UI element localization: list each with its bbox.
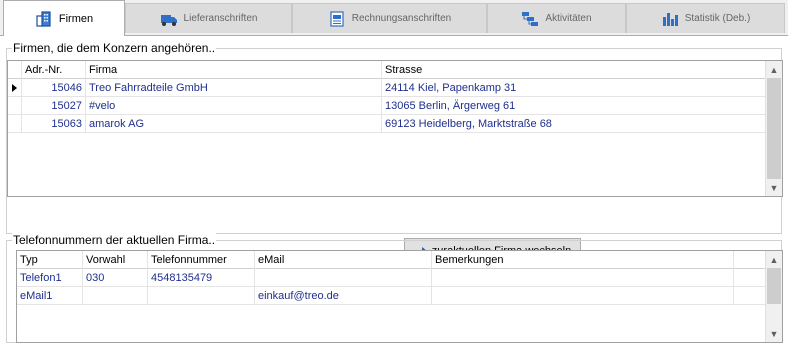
tab-rechnungsanschriften[interactable]: Rechnungsanschriften [292, 3, 487, 33]
table-row[interactable]: eMail1 einkauf@treo.de [17, 287, 767, 305]
col-header-telefonnummer[interactable]: Telefonnummer [148, 251, 255, 269]
tab-panel-firmen: Firmen, die dem Konzern angehören.. Adr.… [0, 35, 788, 350]
col-header-typ[interactable]: Typ [17, 251, 83, 269]
phones-header-row: Typ Vorwahl Telefonnummer eMail Bemerkun… [17, 251, 767, 269]
col-header-vorwahl[interactable]: Vorwahl [83, 251, 148, 269]
cell-bemerkungen [432, 287, 734, 305]
tab-aktivitaeten[interactable]: Aktivitäten [487, 3, 626, 33]
tab-bar: Firmen Lieferanschriften Rechnungsanschr… [0, 0, 788, 36]
cell-telefonnummer [148, 287, 255, 305]
tab-label: Aktivitäten [545, 13, 592, 24]
companies-legend: Firmen, die dem Konzern angehören.. [12, 41, 217, 55]
cell-firma: Treo Fahrradteile GmbH [86, 79, 382, 97]
table-row[interactable]: 15027 #velo 13065 Berlin, Ärgerweg 61 [8, 97, 767, 115]
col-header-bemerkungen[interactable]: Bemerkungen [432, 251, 734, 269]
tab-label: Lieferanschriften [183, 13, 258, 24]
cell-strasse: 13065 Berlin, Ärgerweg 61 [385, 100, 516, 112]
col-header-firma[interactable]: Firma [86, 61, 382, 79]
scroll-down-icon[interactable]: ▼ [766, 325, 782, 342]
truck-icon [160, 14, 177, 26]
scrollbar-thumb[interactable] [767, 78, 781, 179]
tab-label: Firmen [58, 12, 94, 25]
row-indicator-header [8, 61, 22, 79]
cell-vorwahl [83, 287, 148, 305]
scrollbar-thumb[interactable] [767, 268, 781, 304]
building-icon [36, 10, 51, 27]
scroll-down-icon[interactable]: ▼ [766, 179, 782, 196]
table-row[interactable]: 15046 Treo Fahrradteile GmbH 24114 Kiel,… [8, 79, 767, 97]
current-row-arrow-icon [12, 84, 17, 92]
row-indicator [8, 79, 22, 97]
table-row[interactable]: Telefon1 030 4548135479 [17, 269, 767, 287]
scroll-up-icon[interactable]: ▲ [766, 251, 782, 268]
cell-bemerkungen [432, 269, 734, 287]
row-indicator [8, 97, 22, 115]
col-header-adrnr[interactable]: Adr.-Nr. [22, 61, 86, 79]
cell-adrnr: 15046 [22, 79, 86, 97]
cell-email [255, 269, 432, 287]
tab-firmen[interactable]: Firmen [3, 0, 125, 36]
companies-vertical-scrollbar[interactable]: ▲ ▼ [765, 61, 782, 196]
cell-typ: Telefon1 [17, 269, 83, 287]
tab-label: Statistik (Deb.) [684, 13, 751, 24]
cell-strasse: 69123 Heidelberg, Marktstraße 68 [385, 118, 552, 130]
col-header-email[interactable]: eMail [255, 251, 432, 269]
row-indicator [8, 115, 22, 133]
companies-header-row: Adr.-Nr. Firma Strasse [8, 61, 767, 79]
cell-adrnr: 15063 [22, 115, 86, 133]
companies-group: Firmen, die dem Konzern angehören.. Adr.… [6, 41, 783, 234]
activity-icon [522, 11, 539, 26]
cell-telefonnummer: 4548135479 [148, 269, 255, 287]
cell-firma: #velo [86, 97, 382, 115]
companies-grid[interactable]: Adr.-Nr. Firma Strasse 15046 Treo Fahrra… [7, 60, 783, 197]
col-header-strasse[interactable]: Strasse [382, 61, 767, 79]
invoice-icon [330, 10, 344, 27]
scroll-up-icon[interactable]: ▲ [766, 61, 782, 78]
phones-vertical-scrollbar[interactable]: ▲ ▼ [765, 251, 782, 342]
cell-adrnr: 15027 [22, 97, 86, 115]
cell-strasse: 24114 Kiel, Papenkamp 31 [385, 82, 517, 94]
phones-legend: Telefonnummern der aktuellen Firma.. [12, 233, 217, 247]
tab-statistik[interactable]: Statistik (Deb.) [626, 3, 785, 33]
bar-chart-icon [662, 12, 678, 26]
tab-label: Rechnungsanschriften [351, 13, 452, 24]
phones-group: Telefonnummern der aktuellen Firma.. Typ… [6, 233, 783, 343]
cell-typ: eMail1 [17, 287, 83, 305]
phones-grid[interactable]: Typ Vorwahl Telefonnummer eMail Bemerkun… [16, 250, 783, 343]
cell-email: einkauf@treo.de [255, 287, 432, 305]
cell-firma: amarok AG [86, 115, 382, 133]
table-row[interactable]: 15063 amarok AG 69123 Heidelberg, Markts… [8, 115, 767, 133]
tab-lieferanschriften[interactable]: Lieferanschriften [125, 3, 292, 33]
cell-vorwahl: 030 [83, 269, 148, 287]
